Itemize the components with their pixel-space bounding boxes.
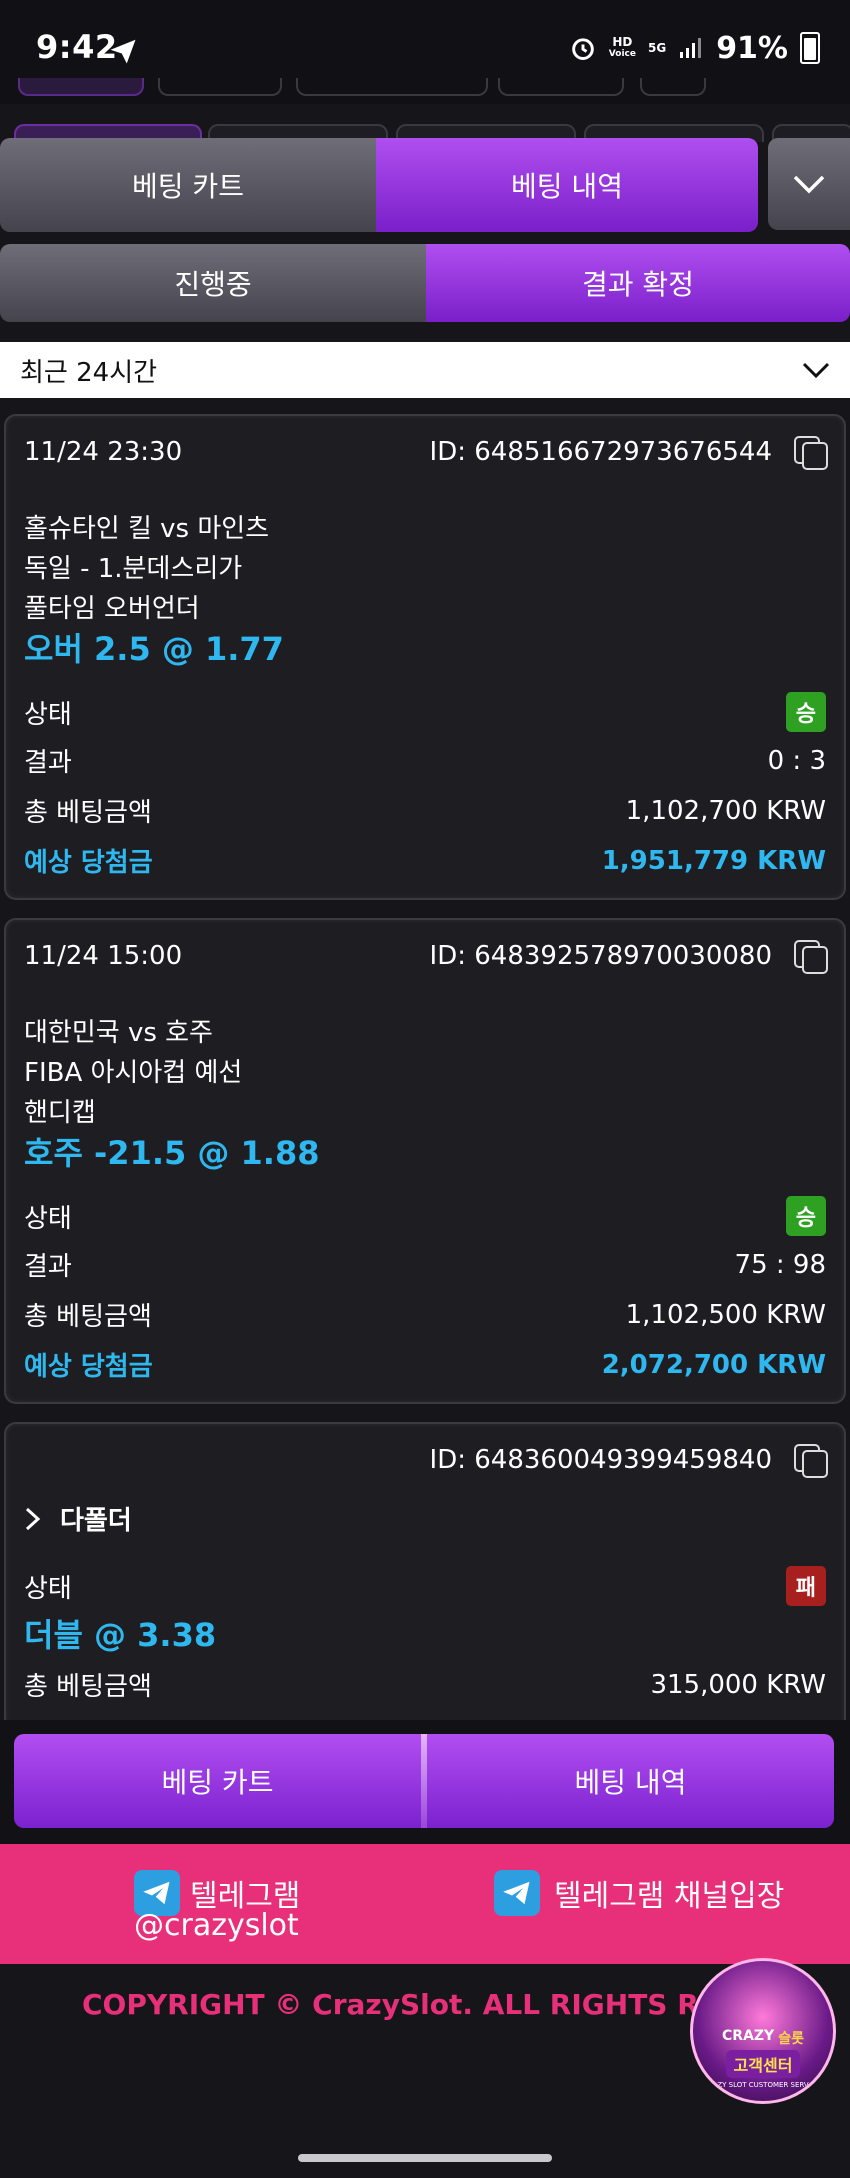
multi-bet-label: 다폴더	[60, 1506, 132, 1536]
status-badge: 패	[785, 1566, 826, 1606]
result-value: 75 : 98	[734, 1249, 826, 1280]
battery-percent: 91%	[716, 30, 788, 66]
result-label: 결과	[24, 1252, 72, 1282]
expand-menu-button[interactable]	[768, 138, 850, 230]
chevron-down-icon	[793, 175, 825, 194]
status-icons: HD Voice 5G 91%	[569, 28, 820, 68]
chevron-right-icon	[25, 1507, 41, 1530]
period-select[interactable]: 최근 24시간	[0, 342, 850, 398]
faded-tab	[158, 78, 282, 96]
expected-win-value: 1,951,779 KRW	[601, 845, 826, 876]
faded-tab	[18, 78, 144, 96]
status-label: 상태	[24, 699, 72, 730]
total-bet-label: 총 베팅금액	[24, 1672, 152, 1702]
bet-id: ID: 648360049399459840	[429, 1445, 772, 1475]
bet-card: ID: 648360049399459840 다폴더 상태 패 더블 @ 3.3…	[4, 1422, 846, 1732]
total-bet-value: 1,102,700 KRW	[625, 795, 826, 826]
bottom-nav-cart[interactable]: 베팅 카트	[14, 1734, 421, 1828]
copy-icon[interactable]	[794, 436, 828, 470]
expected-win-label: 예상 당첨금	[24, 1352, 153, 1382]
bet-match: 홀슈타인 킬 vs 마인츠	[24, 514, 270, 544]
expected-win-value: 2,072,700 KRW	[601, 1349, 826, 1380]
battery-icon	[800, 32, 820, 64]
copy-icon[interactable]	[794, 1444, 828, 1478]
bet-card: 11/24 23:30 ID: 648516672973676544 홀슈타인 …	[4, 414, 846, 900]
result-value: 0 : 3	[767, 745, 826, 776]
bet-league: FIBA 아시아컵 예선	[24, 1058, 243, 1088]
bottom-nav: 베팅 카트 베팅 내역	[14, 1734, 834, 1828]
tab-betting-history[interactable]: 베팅 내역	[376, 138, 758, 232]
tab-betting-cart[interactable]: 베팅 카트	[0, 138, 376, 232]
expected-win-label: 예상 당첨금	[24, 848, 153, 878]
cs-logo-sub: ZY SLOT CUSTOMER SERV	[717, 2081, 809, 2089]
cs-logo-brand: CRAZY 슬롯	[722, 2028, 804, 2047]
status-badge: 승	[785, 1196, 826, 1236]
bet-pick: 오버 2.5 @ 1.77	[24, 630, 284, 668]
hd-voice-icon: HD Voice	[608, 35, 636, 59]
faded-tab	[640, 78, 706, 96]
bottom-nav-history[interactable]: 베팅 내역	[427, 1734, 834, 1828]
copyright-text: COPYRIGHT © CrazySlot. ALL RIGHTS RESE	[82, 1988, 758, 2021]
total-bet-label: 총 베팅금액	[24, 1302, 152, 1332]
result-label: 결과	[24, 748, 72, 778]
alarm-icon	[572, 38, 594, 60]
status-badge: 승	[785, 692, 826, 732]
chevron-down-icon	[802, 362, 830, 379]
home-indicator	[298, 2154, 552, 2162]
total-bet-value: 315,000 KRW	[650, 1669, 826, 1700]
telegram-handle[interactable]: @crazyslot	[134, 1908, 299, 1943]
bet-pick: 더블 @ 3.38	[24, 1616, 217, 1654]
tab-result-confirmed[interactable]: 결과 확정	[426, 244, 850, 322]
faded-tab	[296, 78, 488, 96]
signal-icon	[680, 38, 702, 58]
network-5g-icon: 5G	[647, 41, 667, 55]
bet-match: 대한민국 vs 호주	[24, 1018, 213, 1048]
telegram-arrow-icon	[110, 39, 136, 64]
telegram-icon	[494, 1870, 540, 1916]
status-label: 상태	[24, 1203, 72, 1234]
bet-market: 핸디캡	[24, 1098, 96, 1128]
bet-datetime: 11/24 23:30	[24, 437, 183, 467]
multi-bet-toggle[interactable]: 다폴더	[24, 1500, 826, 1537]
bet-market: 풀타임 오버언더	[24, 594, 200, 624]
bet-id: ID: 648392578970030080	[429, 941, 772, 971]
period-select-value: 최근 24시간	[20, 357, 158, 388]
bet-league: 독일 - 1.분데스리가	[24, 554, 243, 584]
bet-datetime: 11/24 15:00	[24, 941, 183, 971]
total-bet-label: 총 베팅금액	[24, 798, 152, 828]
customer-service-button[interactable]: CRAZY 슬롯 고객센터 ZY SLOT CUSTOMER SERV	[690, 1958, 836, 2104]
total-bet-value: 1,102,500 KRW	[625, 1299, 826, 1330]
copy-icon[interactable]	[794, 940, 828, 974]
telegram-channel-label: 텔레그램 채널입장	[554, 1879, 785, 1914]
bet-id: ID: 648516672973676544	[429, 437, 772, 467]
cs-logo-label: 고객센터	[725, 2050, 801, 2078]
bet-card: 11/24 15:00 ID: 648392578970030080 대한민국 …	[4, 918, 846, 1404]
tab-in-progress[interactable]: 진행중	[0, 244, 426, 322]
status-time: 9:42	[36, 28, 118, 66]
bet-pick: 호주 -21.5 @ 1.88	[24, 1134, 320, 1172]
status-label: 상태	[24, 1573, 72, 1604]
faded-tab	[498, 78, 624, 96]
telegram-channel-link[interactable]: 텔레그램 채널입장	[494, 1870, 784, 1916]
